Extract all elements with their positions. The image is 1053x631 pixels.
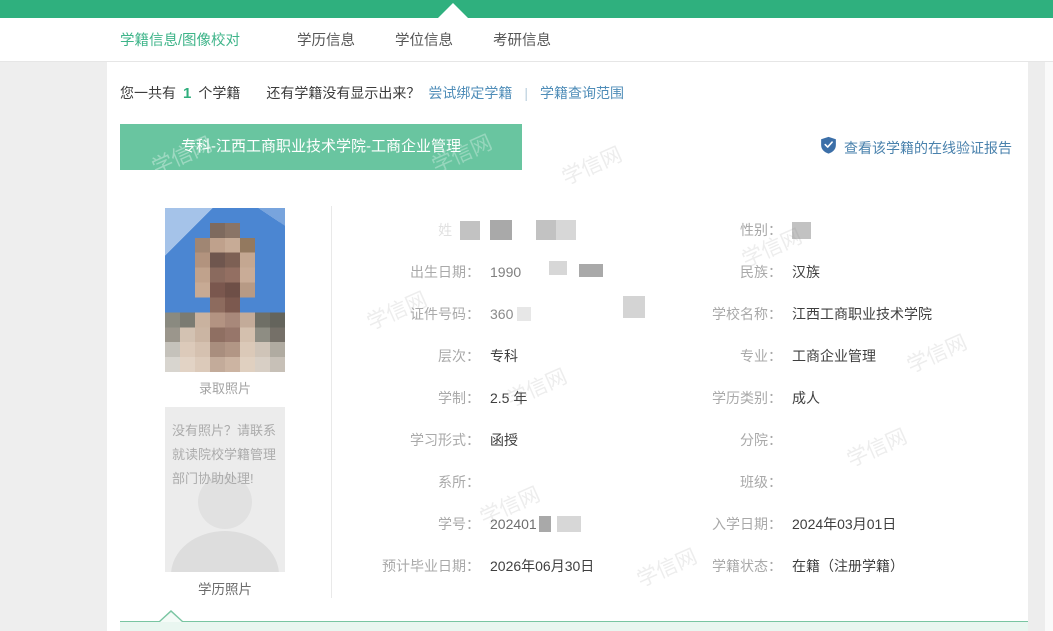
summary-row: 您一共有 1 个学籍 还有学籍没有显示出来？ 尝试绑定学籍 | 学籍查询范围: [120, 83, 624, 103]
link-separator: |: [524, 85, 528, 101]
tab-student-status[interactable]: 学籍信息/图像校对: [120, 29, 240, 50]
next-record-panel[interactable]: [120, 621, 1028, 631]
field-level: 层次： 专科: [348, 335, 668, 377]
verify-report-link[interactable]: 查看该学籍的在线验证报告: [820, 136, 1012, 159]
redacted-block: [460, 221, 480, 240]
summary-suffix: 个学籍: [198, 83, 240, 103]
missing-record-question: 还有学籍没有显示出来？: [266, 83, 420, 103]
redacted-block: [792, 222, 811, 239]
redacted-block: [539, 516, 551, 532]
tab-degree-info[interactable]: 学位信息: [395, 29, 453, 50]
shield-check-icon: [820, 136, 837, 159]
field-study-form: 学习形式： 函授: [348, 419, 668, 461]
record-banner-title: 专科-江西工商职业技术学院-工商企业管理: [181, 138, 461, 155]
field-name: 姓: [348, 209, 668, 251]
field-class: 班级：: [658, 461, 1028, 503]
verify-report-label: 查看该学籍的在线验证报告: [844, 138, 1012, 158]
no-photo-message: 没有照片？请联系就读院校学籍管理部门协助处理!: [165, 419, 285, 491]
record-count: 1: [183, 85, 191, 102]
fields-right-column: 性别： 民族： 汉族 学校名称： 江西工商职业技术学院 专业： 工商企业管理 学…: [658, 209, 1028, 587]
top-notch: [438, 3, 468, 18]
tab-bar: 学籍信息/图像校对 学历信息 学位信息 考研信息: [0, 18, 1053, 62]
redacted-block: [623, 296, 645, 318]
scrollbar-track[interactable]: [1045, 62, 1053, 631]
tab-postgrad-info[interactable]: 考研信息: [493, 29, 551, 50]
field-student-number: 学号： 202401: [348, 503, 668, 545]
field-birthdate: 出生日期： 1990: [348, 251, 668, 293]
page: 学籍信息/图像校对 学历信息 学位信息 考研信息 您一共有 1 个学籍 还有学籍…: [0, 0, 1053, 631]
redacted-block: [557, 516, 581, 532]
summary-prefix: 您一共有: [120, 83, 176, 103]
field-status: 学籍状态： 在籍（注册学籍）: [658, 545, 1028, 587]
redacted-block: [517, 307, 531, 321]
vertical-divider: [331, 206, 332, 598]
degree-photo-caption: 学历照片: [165, 578, 285, 598]
field-department: 系所：: [348, 461, 668, 503]
field-id-number: 证件号码： 360: [348, 293, 668, 335]
field-school-name: 学校名称： 江西工商职业技术学院: [658, 293, 1028, 335]
redacted-block: [579, 264, 603, 277]
tab-education-info[interactable]: 学历信息: [297, 29, 355, 50]
fields-left-column: 姓 出生日期： 1990 证件号码： 360 层次： 专科: [348, 209, 668, 587]
record-banner: 专科-江西工商职业技术学院-工商企业管理: [120, 124, 522, 170]
admission-photo: [165, 208, 285, 372]
field-enrollment-date: 入学日期： 2024年03月01日: [658, 503, 1028, 545]
top-green-bar: [0, 0, 1053, 18]
redacted-block: [536, 220, 556, 240]
field-branch-college: 分院：: [658, 419, 1028, 461]
field-gender: 性别：: [658, 209, 1028, 251]
bind-record-link[interactable]: 尝试绑定学籍: [428, 83, 512, 103]
field-expected-graduation: 预计毕业日期： 2026年06月30日: [348, 545, 668, 587]
field-education-category: 学历类别： 成人: [658, 377, 1028, 419]
redacted-block: [556, 220, 576, 240]
query-scope-link[interactable]: 学籍查询范围: [540, 83, 624, 103]
field-major: 专业： 工商企业管理: [658, 335, 1028, 377]
redacted-block: [549, 261, 567, 275]
admission-photo-caption: 录取照片: [165, 378, 285, 397]
field-ethnicity: 民族： 汉族: [658, 251, 1028, 293]
field-duration: 学制： 2.5 年: [348, 377, 668, 419]
redacted-block: [490, 220, 512, 240]
degree-photo-placeholder: 没有照片？请联系就读院校学籍管理部门协助处理!: [165, 407, 285, 572]
